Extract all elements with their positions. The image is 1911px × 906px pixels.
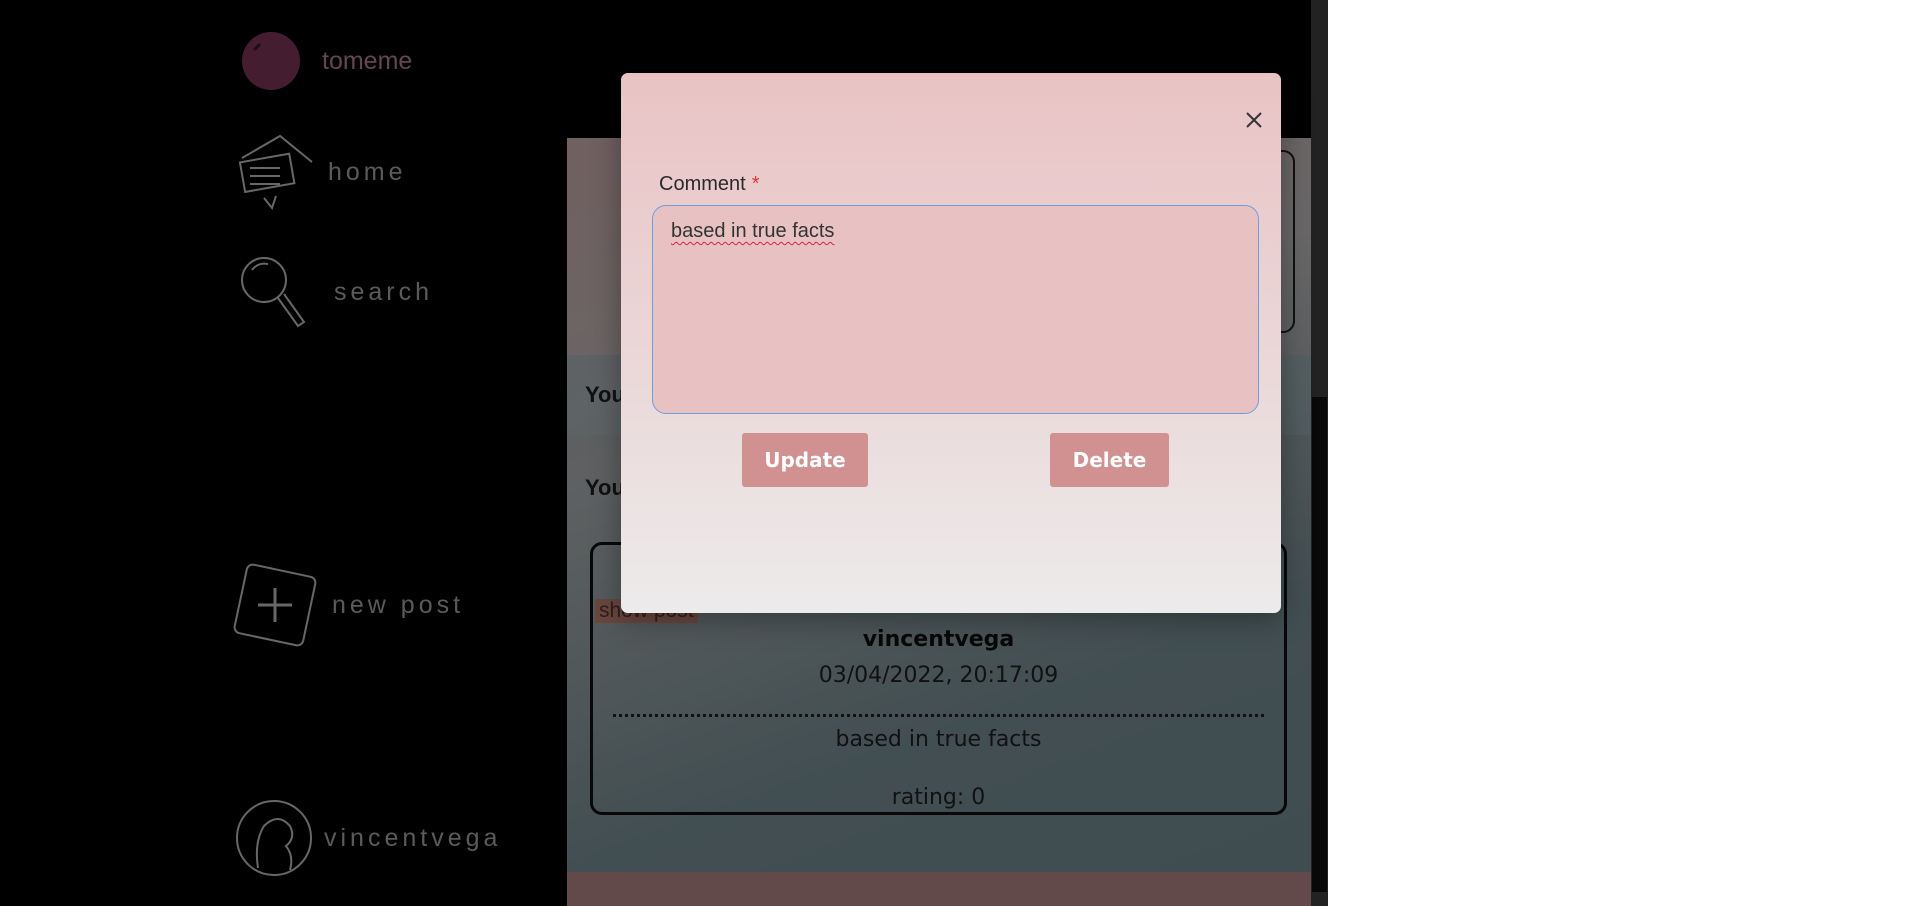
comment-textarea[interactable]: based in true facts bbox=[652, 205, 1259, 414]
blank-area bbox=[1328, 0, 1911, 906]
delete-button[interactable]: Delete bbox=[1050, 433, 1169, 487]
required-marker: * bbox=[751, 173, 760, 195]
update-button[interactable]: Update bbox=[742, 433, 868, 487]
edit-comment-modal: Comment * based in true facts Update Dele… bbox=[621, 73, 1281, 613]
close-icon[interactable] bbox=[1243, 109, 1265, 131]
comment-label-text: Comment bbox=[659, 173, 746, 195]
comment-field-label: Comment * bbox=[659, 173, 760, 196]
